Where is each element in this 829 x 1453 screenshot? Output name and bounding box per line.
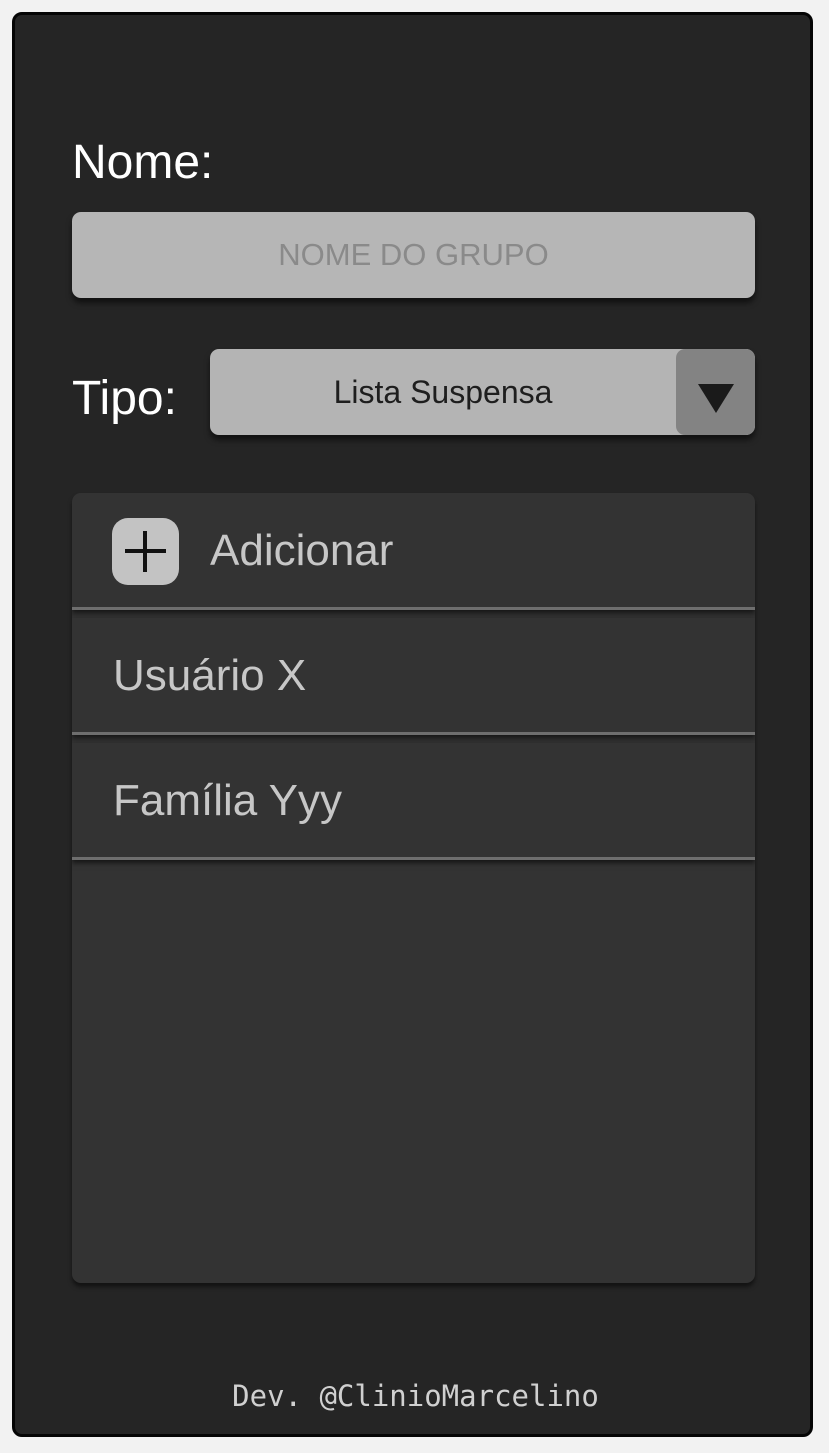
- list-item-familia-yyy[interactable]: Família Yyy: [72, 743, 755, 860]
- name-label: Nome:: [72, 136, 214, 189]
- list-item-label: Usuário X: [113, 651, 307, 700]
- group-name-input[interactable]: [72, 212, 755, 298]
- dropdown-toggle-button[interactable]: [676, 349, 755, 435]
- app-frame: Nome: Tipo: Lista Suspensa Adicionar Usu…: [12, 12, 813, 1437]
- plus-icon: [112, 518, 179, 585]
- list-item-usuario-x[interactable]: Usuário X: [72, 618, 755, 735]
- add-item-button[interactable]: Adicionar: [72, 493, 755, 610]
- add-item-label: Adicionar: [210, 526, 394, 575]
- list-item-label: Família Yyy: [113, 776, 343, 825]
- members-list: Adicionar Usuário X Família Yyy: [72, 493, 755, 1283]
- type-label: Tipo:: [72, 372, 177, 425]
- type-dropdown-value: Lista Suspensa: [333, 374, 553, 410]
- type-dropdown[interactable]: Lista Suspensa: [210, 349, 755, 435]
- triangle-down-icon: [698, 384, 734, 413]
- developer-credit: Dev. @ClinioMarcelino: [232, 1379, 599, 1413]
